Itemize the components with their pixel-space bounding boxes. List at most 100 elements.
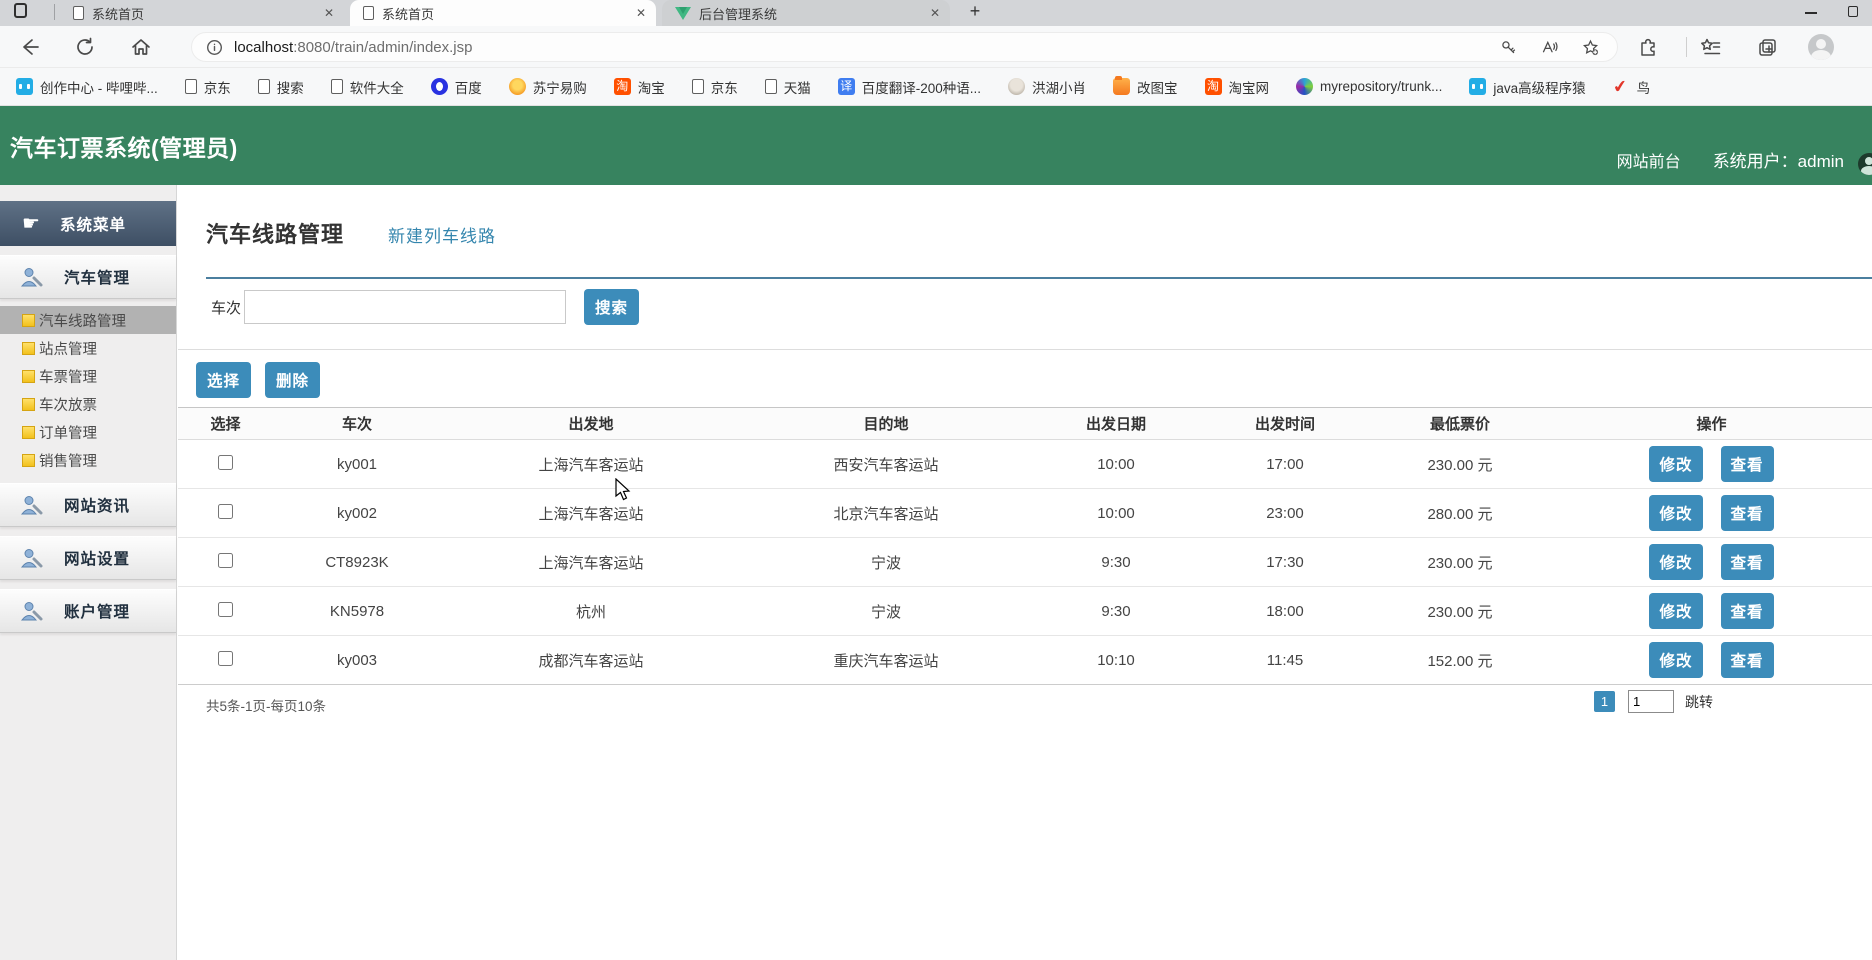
bookmark-item[interactable]: 天猫: [765, 77, 811, 97]
sidebar-section-account-mgmt[interactable]: 账户管理: [0, 589, 176, 633]
bookmark-item[interactable]: 鸟: [1613, 77, 1651, 97]
collections-icon[interactable]: [1757, 37, 1778, 58]
jump-button[interactable]: 跳转: [1685, 692, 1713, 712]
row-checkbox[interactable]: [218, 602, 233, 617]
address-bar[interactable]: localhost:8080/train/admin/index.jsp: [191, 32, 1618, 62]
extensions-icon[interactable]: [1638, 37, 1659, 58]
row-checkbox[interactable]: [218, 553, 233, 568]
back-button-icon[interactable]: [19, 36, 41, 58]
taobao-icon: [614, 78, 631, 95]
sidebar-item-ticket-mgmt[interactable]: 车票管理: [0, 362, 176, 390]
pagination-summary: 共5条-1页-每页10条: [206, 695, 326, 715]
browser-tab-1[interactable]: 系统首页 ✕: [60, 0, 344, 26]
page-number-input[interactable]: [1628, 690, 1674, 713]
sidebar-menu-header: ☛ 系统菜单: [0, 201, 176, 246]
user-edit-icon: [20, 265, 44, 289]
view-button[interactable]: 查看: [1721, 593, 1774, 629]
translate-icon: [838, 78, 855, 95]
view-button[interactable]: 查看: [1721, 544, 1774, 580]
bookmark-item[interactable]: 软件大全: [331, 77, 404, 97]
bookmark-item[interactable]: 洪湖小肖: [1008, 77, 1086, 97]
browser-tab-2-active[interactable]: 系统首页 ✕: [350, 0, 656, 26]
browser-tab-3[interactable]: 后台管理系统 ✕: [662, 0, 950, 26]
train-number-input[interactable]: [244, 290, 566, 324]
password-key-icon[interactable]: [1500, 39, 1517, 56]
page-favicon-icon: [363, 6, 374, 20]
sphere-icon: [1296, 78, 1313, 95]
url-text[interactable]: localhost:8080/train/admin/index.jsp: [234, 39, 1500, 56]
row-checkbox[interactable]: [218, 651, 233, 666]
edit-button[interactable]: 修改: [1649, 593, 1702, 629]
bookmark-item[interactable]: java高级程序猿: [1469, 77, 1585, 97]
col-origin: 出发地: [441, 408, 741, 440]
select-all-button[interactable]: 选择: [196, 362, 251, 398]
col-depart-date: 出发日期: [1031, 408, 1201, 440]
sidebar-item-order-mgmt[interactable]: 订单管理: [0, 418, 176, 446]
tab-close-icon[interactable]: ✕: [930, 6, 940, 20]
refresh-icon[interactable]: [74, 36, 96, 58]
tab-title: 后台管理系统: [699, 4, 916, 23]
home-icon[interactable]: [130, 36, 152, 58]
bookmark-item[interactable]: 京东: [692, 77, 738, 97]
view-button[interactable]: 查看: [1721, 642, 1774, 678]
edit-button[interactable]: 修改: [1649, 446, 1702, 482]
bookmark-item[interactable]: 淘宝网: [1205, 77, 1270, 97]
suning-lion-icon: [509, 78, 526, 95]
bookmark-item[interactable]: 百度翻译-200种语...: [838, 77, 981, 97]
sidebar-section-site-news[interactable]: 网站资讯: [0, 483, 176, 527]
new-route-link[interactable]: 新建列车线路: [388, 222, 496, 247]
read-aloud-icon[interactable]: [1541, 39, 1558, 56]
orange-folder-icon: [1113, 78, 1130, 95]
page-icon: [258, 79, 270, 94]
yellow-square-icon: [22, 426, 35, 439]
table-row: ky001 上海汽车客运站 西安汽车客运站 10:00 17:00 230.00…: [178, 440, 1872, 489]
sidebar-item-trip-release[interactable]: 车次放票: [0, 390, 176, 418]
bookmark-item[interactable]: 改图宝: [1113, 77, 1178, 97]
bookmark-item[interactable]: 百度: [431, 77, 482, 97]
page-icon: [765, 79, 777, 94]
edit-button[interactable]: 修改: [1649, 642, 1702, 678]
sidebar-item-station-mgmt[interactable]: 站点管理: [0, 334, 176, 362]
sidebar-section-vehicle-mgmt[interactable]: 汽车管理: [0, 255, 176, 299]
add-favorite-star-icon[interactable]: [1582, 39, 1599, 56]
bookmark-item[interactable]: 搜索: [258, 77, 304, 97]
vue-green-favicon-icon: [675, 7, 691, 20]
sidebar-item-bus-route-mgmt[interactable]: 汽车线路管理: [0, 306, 176, 334]
tab-close-icon[interactable]: ✕: [636, 6, 646, 20]
table-header-row: 选择 车次 出发地 目的地 出发日期 出发时间 最低票价 操作: [178, 408, 1872, 440]
title-divider: [206, 277, 1872, 279]
view-button[interactable]: 查看: [1721, 495, 1774, 531]
profile-avatar[interactable]: [1808, 34, 1834, 60]
window-restore-button[interactable]: [1848, 6, 1858, 17]
edit-button[interactable]: 修改: [1649, 495, 1702, 531]
bookmark-item[interactable]: 苏宁易购: [509, 77, 587, 97]
portal-front-link[interactable]: 网站前台: [1617, 148, 1681, 172]
current-page-button[interactable]: 1: [1594, 691, 1615, 712]
window-minimize-button[interactable]: [1805, 12, 1817, 14]
bookmark-item[interactable]: 创作中心 - 哔哩哔...: [16, 77, 158, 97]
sidebar-item-sales-mgmt[interactable]: 销售管理: [0, 446, 176, 474]
yellow-square-icon: [22, 342, 35, 355]
bookmark-item[interactable]: 京东: [185, 77, 231, 97]
header-user-icon[interactable]: [1858, 153, 1872, 175]
tab-separator: [54, 4, 55, 20]
edit-button[interactable]: 修改: [1649, 544, 1702, 580]
tab-close-icon[interactable]: ✕: [324, 6, 334, 20]
row-checkbox[interactable]: [218, 504, 233, 519]
bookmark-item[interactable]: myrepository/trunk...: [1296, 78, 1442, 95]
view-button[interactable]: 查看: [1721, 446, 1774, 482]
site-info-icon[interactable]: [206, 39, 223, 56]
bilibili-icon: [1469, 78, 1486, 95]
bookmark-item[interactable]: 淘宝: [614, 77, 665, 97]
tab-title: 系统首页: [92, 4, 310, 23]
row-checkbox[interactable]: [218, 455, 233, 470]
tab-bar: 系统首页 ✕ 系统首页 ✕ 后台管理系统 ✕ +: [0, 0, 1872, 26]
tab-actions-icon[interactable]: [14, 3, 27, 18]
sidebar-section-site-settings[interactable]: 网站设置: [0, 536, 176, 580]
table-row: ky002 上海汽车客运站 北京汽车客运站 10:00 23:00 280.00…: [178, 489, 1872, 538]
favorites-list-icon[interactable]: [1700, 37, 1721, 58]
bilibili-icon: [16, 78, 33, 95]
new-tab-button[interactable]: +: [963, 0, 987, 24]
search-button[interactable]: 搜索: [584, 289, 639, 325]
delete-button[interactable]: 删除: [265, 362, 320, 398]
